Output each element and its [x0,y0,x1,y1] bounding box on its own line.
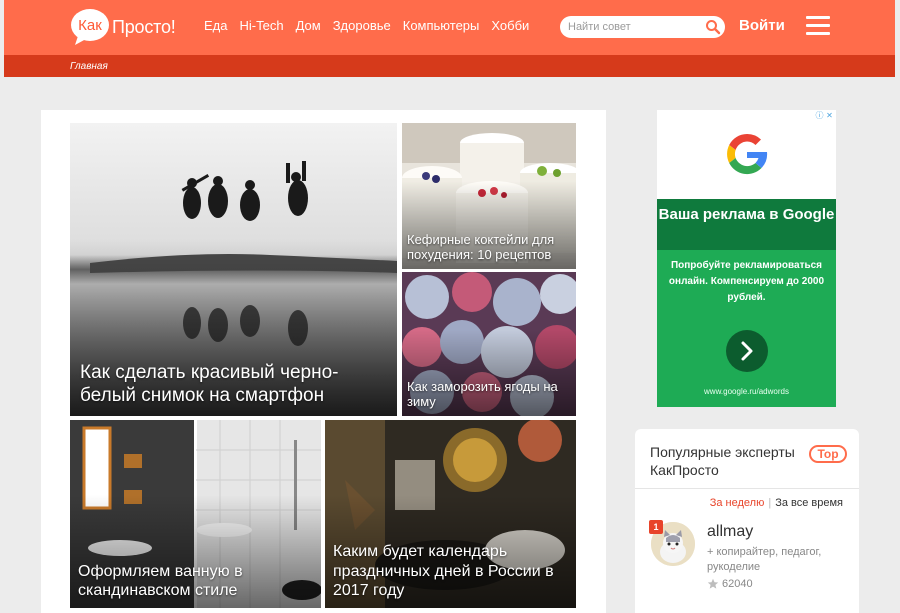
article-title[interactable]: Как сделать красивый черно-белый снимок … [70,362,397,416]
site-logo[interactable]: Как Просто! [70,8,176,46]
ad-choices[interactable]: ⓘ ✕ [814,111,834,120]
breadcrumb-home[interactable]: Главная [70,61,108,72]
chevron-right-icon [741,341,753,361]
divider [635,488,859,489]
search-icon[interactable] [705,19,721,35]
ad-headline[interactable]: Ваша реклама в Google [657,199,836,250]
article-tile-kefir[interactable]: Кефирные коктейли для похудения: 10 реце… [402,123,576,269]
main-nav: Еда Hi-Tech Дом Здоровье Компьютеры Хобб… [204,18,541,33]
login-button[interactable]: Войти [739,17,785,34]
search-box [560,16,725,38]
article-title[interactable]: Оформляем ванную в скандинавском стиле [70,562,321,608]
ad-text: Попробуйте рекламироваться онлайн. Компе… [668,260,825,303]
ad-url[interactable]: www.google.ru/adwords [657,387,836,396]
article-tile-holidays[interactable]: Каким будет календарь праздничных дней в… [325,420,576,608]
article-tile-berries[interactable]: Как заморозить ягоды на зиму [402,272,576,416]
article-title[interactable]: Каким будет календарь праздничных дней в… [325,542,576,608]
article-title[interactable]: Кефирные коктейли для похудения: 10 реце… [402,232,576,269]
nav-item-home[interactable]: Дом [296,18,321,33]
expert-score: 62040 [707,578,753,590]
search-input[interactable] [568,19,703,35]
nav-item-computers[interactable]: Компьютеры [403,18,480,33]
star-icon [707,578,719,589]
logo-bubble-icon: Как [70,8,110,46]
expert-name[interactable]: allmay [707,523,753,541]
ad-info-icon[interactable]: ⓘ [815,111,824,120]
period-switch: За неделю | За все время [710,497,843,509]
nav-item-hobby[interactable]: Хобби [491,18,529,33]
article-tile-bathroom[interactable]: Оформляем ванную в скандинавском стиле [70,420,321,608]
period-week-tab[interactable]: За неделю [710,497,765,509]
popular-experts-widget: Популярные эксперты КакПросто Top За нед… [635,429,859,613]
logo-text-part1: Как [78,17,102,34]
nav-item-food[interactable]: Еда [204,18,228,33]
ad-body[interactable]: Попробуйте рекламироваться онлайн. Компе… [657,250,836,407]
period-all-tab[interactable]: За все время [775,497,843,509]
ad-close-icon[interactable]: ✕ [825,111,834,120]
breadcrumb-bar [4,55,895,77]
ad-arrow-button[interactable] [726,330,768,372]
logo-text-part2: Просто! [112,16,176,37]
expert-score-value: 62040 [722,578,753,590]
experts-title: Популярные эксперты КакПросто [650,444,795,478]
expert-description: + копирайтер, педагог, рукоделие [707,546,822,573]
google-ad-banner[interactable]: ⓘ ✕ Ваша реклама в Google Попробуйте рек… [657,110,836,407]
nav-item-health[interactable]: Здоровье [333,18,391,33]
article-title[interactable]: Как заморозить ягоды на зиму [402,379,576,416]
period-divider: | [768,497,772,509]
menu-burger-icon[interactable] [806,16,830,38]
ad-logo-area: ⓘ ✕ [657,110,836,199]
google-logo-icon [727,133,768,175]
articles-panel: Как сделать красивый черно-белый снимок … [41,110,606,613]
top-badge[interactable]: Top [809,445,847,463]
article-tile-bw-photo[interactable]: Как сделать красивый черно-белый снимок … [70,123,397,416]
nav-item-hitech[interactable]: Hi-Tech [240,18,284,33]
rank-badge: 1 [649,520,663,534]
